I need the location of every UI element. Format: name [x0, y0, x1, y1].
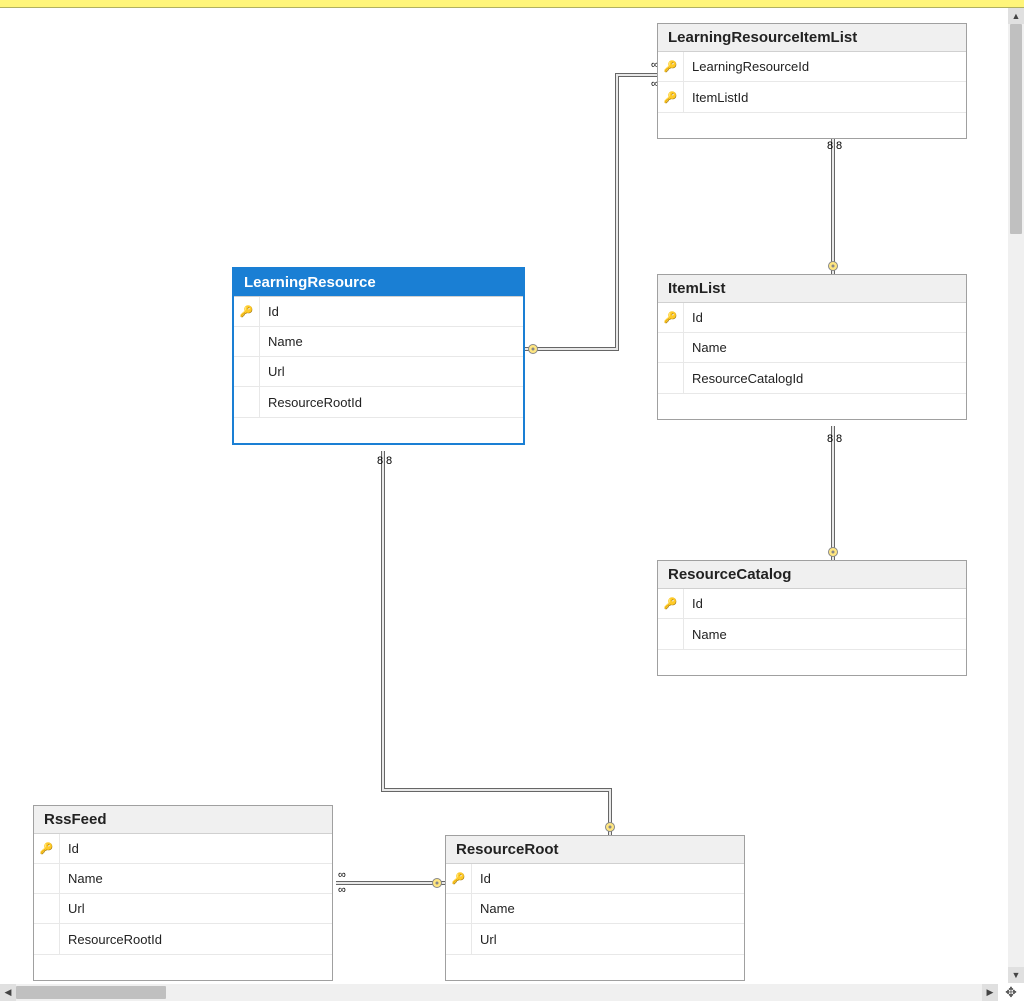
entity-row[interactable]: Url: [446, 924, 744, 954]
column-name: ResourceRootId: [260, 395, 362, 410]
entity-learningresourceitemlist[interactable]: LearningResourceItemList 🔑 LearningResou…: [657, 23, 967, 139]
column-name: Url: [60, 901, 85, 916]
vertical-scroll-thumb[interactable]: [1010, 24, 1022, 234]
scroll-up-arrow[interactable]: ▲: [1008, 8, 1024, 24]
column-name: Name: [684, 340, 727, 355]
entity-learningresource[interactable]: LearningResource 🔑 Id Name Url ResourceR…: [232, 267, 525, 445]
column-name: Id: [60, 841, 79, 856]
svg-text:8: 8: [377, 455, 383, 467]
primary-key-icon: 🔑: [240, 305, 254, 318]
column-name: Name: [684, 627, 727, 642]
horizontal-scrollbar[interactable]: ◀ ▶: [0, 984, 998, 1001]
primary-key-icon: 🔑: [664, 311, 678, 324]
column-name: Url: [472, 932, 497, 947]
entity-row[interactable]: 🔑 ItemListId: [658, 82, 966, 112]
column-name: Url: [260, 364, 285, 379]
rel-resourceroot-rssfeed: ∞ ∞: [336, 869, 445, 896]
horizontal-scroll-thumb[interactable]: [16, 986, 166, 999]
vertical-scrollbar[interactable]: ▲ ▼: [1008, 8, 1024, 983]
entity-row[interactable]: 🔑 Id: [446, 864, 744, 894]
svg-text:∞: ∞: [338, 869, 346, 881]
column-name: Name: [60, 871, 103, 886]
pan-icon[interactable]: ✥: [998, 983, 1024, 1001]
entity-row[interactable]: Url: [234, 357, 523, 387]
column-name: Id: [684, 596, 703, 611]
primary-key-icon: 🔑: [664, 60, 678, 73]
entity-title[interactable]: LearningResourceItemList: [658, 24, 966, 52]
column-name: ResourceCatalogId: [684, 371, 803, 386]
column-name: LearningResourceId: [684, 59, 809, 74]
entity-rssfeed[interactable]: RssFeed 🔑 Id Name Url ResourceRootId: [33, 805, 333, 981]
column-name: Id: [260, 304, 279, 319]
entity-row[interactable]: Name: [658, 619, 966, 649]
entity-row[interactable]: 🔑 Id: [658, 589, 966, 619]
entity-row[interactable]: 🔑 LearningResourceId: [658, 52, 966, 82]
entity-row[interactable]: Name: [34, 864, 332, 894]
primary-key-icon: 🔑: [664, 597, 678, 610]
svg-text:8: 8: [827, 140, 833, 152]
rel-itemlist-lritemlist: 8 8: [827, 133, 842, 274]
entity-row[interactable]: 🔑 Id: [658, 303, 966, 333]
column-name: Id: [472, 871, 491, 886]
column-name: Id: [684, 310, 703, 325]
entity-row[interactable]: ResourceCatalogId: [658, 363, 966, 393]
column-name: ItemListId: [684, 90, 748, 105]
primary-key-icon: 🔑: [40, 842, 54, 855]
entity-resourcecatalog[interactable]: ResourceCatalog 🔑 Id Name: [657, 560, 967, 676]
entity-resourceroot[interactable]: ResourceRoot 🔑 Id Name Url: [445, 835, 745, 981]
scroll-left-arrow[interactable]: ◀: [0, 984, 16, 1001]
entity-row[interactable]: Name: [446, 894, 744, 924]
entity-row[interactable]: ResourceRootId: [34, 924, 332, 954]
entity-row[interactable]: Url: [34, 894, 332, 924]
entity-row[interactable]: ResourceRootId: [234, 387, 523, 417]
entity-title[interactable]: ResourceRoot: [446, 836, 744, 864]
primary-key-icon: 🔑: [664, 91, 678, 104]
scroll-down-arrow[interactable]: ▼: [1008, 967, 1024, 983]
diagram-canvas[interactable]: ∞ 8 ∞ ∞ 8 8 8 8: [0, 8, 998, 983]
entity-row[interactable]: Name: [658, 333, 966, 363]
column-name: Name: [472, 901, 515, 916]
entity-row[interactable]: 🔑 Id: [234, 297, 523, 327]
entity-itemlist[interactable]: ItemList 🔑 Id Name ResourceCatalogId: [657, 274, 967, 420]
entity-row[interactable]: Name: [234, 327, 523, 357]
column-name: ResourceRootId: [60, 932, 162, 947]
designer-top-strip: [0, 0, 1024, 8]
entity-title[interactable]: LearningResource: [234, 269, 523, 297]
rel-resourcecatalog-itemlist: 8 8: [827, 426, 842, 560]
entity-title[interactable]: RssFeed: [34, 806, 332, 834]
svg-text:8: 8: [836, 433, 842, 445]
svg-text:8: 8: [827, 433, 833, 445]
svg-text:8: 8: [386, 455, 392, 467]
entity-row[interactable]: 🔑 Id: [34, 834, 332, 864]
entity-title[interactable]: ItemList: [658, 275, 966, 303]
column-name: Name: [260, 334, 303, 349]
rel-learningresource-lritemlist: ∞ ∞: [525, 59, 659, 354]
scroll-right-arrow[interactable]: ▶: [982, 984, 998, 1001]
entity-title[interactable]: ResourceCatalog: [658, 561, 966, 589]
svg-text:8: 8: [836, 140, 842, 152]
svg-text:∞: ∞: [338, 884, 346, 896]
primary-key-icon: 🔑: [452, 872, 466, 885]
rel-resourceroot-learningresource: 8 8: [377, 451, 615, 835]
